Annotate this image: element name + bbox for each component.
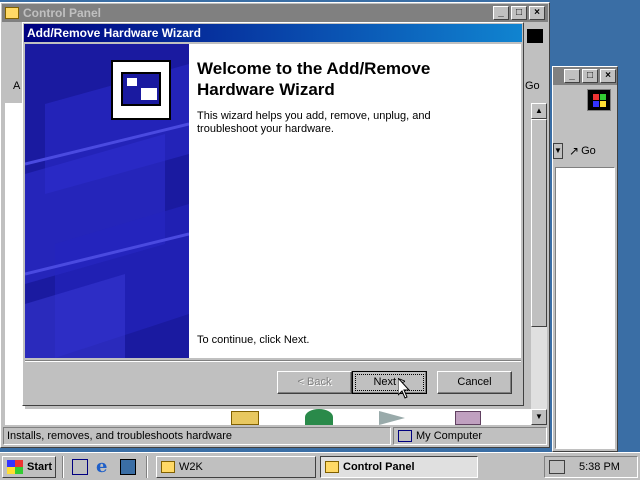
internet-explorer-icon[interactable]: e — [96, 458, 114, 476]
windows-logo-icon — [587, 89, 611, 111]
status-zone-text: My Computer — [416, 430, 483, 442]
show-desktop-icon[interactable] — [72, 459, 88, 475]
dropdown-arrow-icon[interactable]: ▼ — [553, 143, 563, 159]
icon-row — [25, 409, 531, 425]
background-window: _ □ × ↗ Go ▼ — [552, 66, 618, 452]
mouse-cursor-icon — [398, 378, 411, 399]
system-tray: 5:38 PM — [544, 456, 638, 478]
control-panel-folder-icon — [5, 7, 19, 19]
wizard-sidebar — [25, 44, 189, 358]
control-icon[interactable] — [455, 411, 481, 425]
status-text-panel: Installs, removes, and troubleshoots har… — [3, 427, 391, 445]
arrow-icon[interactable] — [379, 411, 405, 425]
minimize-icon[interactable]: _ — [493, 6, 509, 20]
hardware-card-icon — [111, 60, 171, 120]
next-button[interactable]: Next > — [352, 371, 427, 394]
wizard-description: This wizard helps you add, remove, unplu… — [197, 110, 431, 135]
scroll-up-icon[interactable]: ▲ — [531, 103, 547, 119]
cancel-button[interactable]: Cancel — [437, 371, 512, 394]
wizard-title: Add/Remove Hardware Wizard — [27, 26, 201, 40]
control-panel-icon — [325, 461, 339, 473]
status-zone-panel: My Computer — [393, 427, 547, 445]
control-panel-titlebar: Control Panel _ □ × — [2, 4, 548, 22]
windows-flag-icon — [7, 460, 23, 474]
folder-icon — [161, 461, 175, 473]
maximize-icon[interactable]: □ — [582, 69, 598, 83]
scroll-thumb[interactable] — [531, 119, 547, 327]
status-text: Installs, removes, and troubleshoots har… — [7, 430, 233, 442]
taskbar-separator — [146, 456, 148, 478]
globe-icon[interactable] — [305, 409, 333, 425]
go-arrow-icon: ↗ — [569, 144, 580, 158]
taskbar-item-label: Control Panel — [343, 461, 415, 473]
my-computer-icon — [398, 430, 412, 442]
clock[interactable]: 5:38 PM — [579, 461, 620, 473]
taskbar-item-label: W2K — [179, 461, 203, 473]
address-go-fragment[interactable]: Go — [525, 80, 540, 92]
taskbar-item-w2k[interactable]: W2K — [156, 456, 316, 478]
background-window-titlebar: _ □ × — [553, 67, 617, 85]
start-label: Start — [27, 461, 53, 473]
maximize-icon[interactable]: □ — [511, 6, 527, 20]
network-icon[interactable] — [549, 460, 565, 474]
wizard-content: Welcome to the Add/Remove Hardware Wizar… — [189, 44, 521, 358]
wizard-continue-text: To continue, click Next. — [197, 334, 310, 346]
go-label: Go — [581, 145, 596, 157]
toolbar-fragment-left: A — [13, 80, 21, 92]
vertical-scrollbar[interactable]: ▲ ▼ — [531, 103, 547, 425]
wizard-titlebar[interactable]: Add/Remove Hardware Wizard — [24, 24, 522, 42]
wizard-heading: Welcome to the Add/Remove Hardware Wizar… — [197, 59, 431, 99]
control-panel-title: Control Panel — [23, 6, 102, 20]
wizard-divider — [25, 360, 521, 362]
close-icon[interactable]: × — [529, 6, 545, 20]
scroll-down-icon[interactable]: ▼ — [531, 409, 547, 425]
back-button[interactable]: < Back — [277, 371, 352, 394]
quicklaunch-separator — [62, 456, 64, 478]
minimize-icon[interactable]: _ — [564, 69, 580, 83]
taskbar-item-control-panel[interactable]: Control Panel — [320, 456, 478, 478]
windows-logo-small-icon — [527, 29, 543, 43]
background-window-content — [555, 167, 615, 449]
go-button[interactable]: ↗ Go — [569, 141, 611, 161]
start-button[interactable]: Start — [2, 456, 56, 478]
folder-icon[interactable] — [231, 411, 259, 425]
hardware-wizard-dialog: Add/Remove Hardware Wizard Welcome to th… — [22, 22, 524, 406]
outlook-express-icon[interactable] — [120, 459, 136, 475]
close-icon[interactable]: × — [600, 69, 616, 83]
